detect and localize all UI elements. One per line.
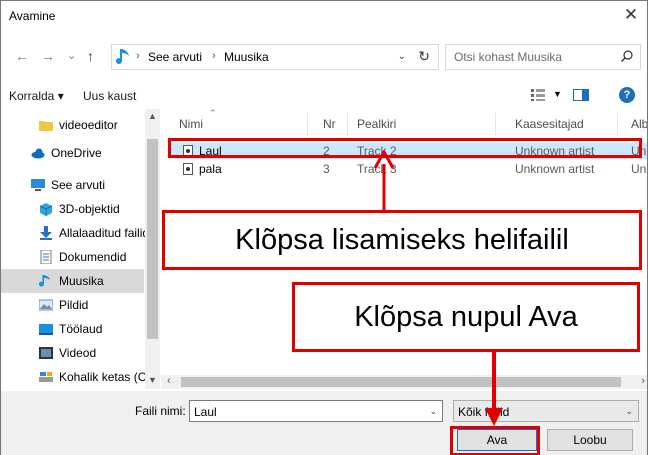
track-album: Unk (631, 162, 647, 176)
back-arrow-icon[interactable]: ← (15, 48, 29, 64)
nav-item-downloads[interactable]: Allalaaditud failid (1, 221, 149, 245)
forward-arrow-icon[interactable]: → (41, 48, 55, 64)
file-row-pala[interactable]: pala 3 Track 3 Unknown artist Unk (171, 161, 647, 177)
scroll-thumb[interactable] (147, 139, 158, 339)
close-icon[interactable]: ✕ (621, 5, 641, 25)
navigation-scrollbar[interactable]: ▲ ▼ (145, 109, 160, 389)
track-number: 3 (323, 162, 330, 176)
nav-item-this-pc[interactable]: See arvuti (1, 173, 144, 197)
cloud-icon (31, 148, 45, 159)
horizontal-scrollbar[interactable]: ‹ › (161, 375, 647, 389)
arrow-up-icon (373, 150, 395, 212)
refresh-icon[interactable]: ↻ (418, 48, 430, 65)
column-header-title[interactable]: Pealkiri (357, 117, 396, 131)
column-separator (307, 113, 308, 135)
computer-icon (31, 179, 45, 191)
cube-icon (39, 203, 53, 216)
track-artist: Unknown artist (515, 162, 595, 176)
music-icon (39, 275, 50, 287)
new-folder-button[interactable]: Uus kaust (83, 89, 136, 103)
music-note-icon (116, 49, 129, 65)
video-icon (39, 347, 53, 359)
audio-file-icon (183, 163, 193, 175)
column-header-name[interactable]: Nimi (179, 117, 203, 131)
nav-item-pictures[interactable]: Pildid (1, 293, 144, 317)
address-bar[interactable]: › See arvuti › Muusika ⌄ ↻ (111, 44, 439, 70)
column-header-number[interactable]: Nr (323, 117, 336, 131)
column-separator (347, 113, 348, 135)
nav-item-music[interactable]: Muusika (1, 269, 144, 293)
download-icon (40, 226, 52, 240)
callout-click-audio-file: Klõpsa lisamiseks helifailil (162, 210, 642, 270)
nav-item-3d-objects[interactable]: 3D-objektid (1, 197, 144, 221)
view-dropdown-icon[interactable]: ▼ (553, 89, 562, 99)
scroll-down-icon[interactable]: ▼ (148, 375, 157, 385)
breadcrumb-this-pc[interactable]: See arvuti (148, 50, 202, 64)
up-arrow-icon[interactable]: ↑ (87, 48, 94, 64)
scroll-thumb[interactable] (181, 377, 621, 387)
dialog-title: Avamine (9, 9, 56, 23)
view-options-icon[interactable] (531, 89, 545, 101)
breadcrumb-music[interactable]: Muusika (224, 50, 269, 64)
filename-input[interactable]: Laul ⌄ (189, 400, 443, 422)
pictures-icon (39, 299, 53, 311)
address-row: ← → ⌄ ↑ › See arvuti › Muusika ⌄ ↻ Otsi … (1, 41, 647, 71)
nav-item-documents[interactable]: Dokumendid (1, 245, 144, 269)
column-header-album[interactable]: Alb (631, 117, 647, 131)
search-placeholder: Otsi kohast Muusika (454, 50, 563, 64)
recent-locations-icon[interactable]: ⌄ (67, 48, 76, 64)
organize-button[interactable]: Korralda ▾ (9, 89, 64, 103)
title-bar: Avamine ✕ (1, 1, 647, 31)
document-icon (40, 250, 52, 264)
open-button-highlight-box (450, 426, 540, 455)
folder-icon (39, 121, 53, 131)
nav-item-videos[interactable]: Videod (1, 341, 144, 365)
chevron-down-icon[interactable]: ⌄ (625, 406, 633, 417)
scroll-right-icon[interactable]: › (641, 375, 645, 387)
search-box[interactable]: Otsi kohast Muusika (445, 44, 641, 70)
breadcrumb-separator: › (136, 50, 140, 62)
drive-icon (39, 372, 53, 382)
scroll-left-icon[interactable]: ‹ (167, 375, 171, 387)
filename-label: Faili nimi: (135, 404, 186, 418)
scroll-up-icon[interactable]: ▲ (148, 111, 157, 121)
preview-pane-icon[interactable] (573, 89, 589, 101)
help-icon[interactable]: ? (619, 87, 635, 103)
column-separator (495, 113, 496, 135)
filename-value: Laul (194, 405, 217, 419)
desktop-icon (39, 324, 53, 335)
file-name-area: Faili nimi: Laul ⌄ Kõik failid ⌄ Ava Loo… (1, 391, 647, 455)
chevron-down-icon[interactable]: ⌄ (429, 406, 437, 417)
search-icon (621, 50, 633, 62)
nav-item-videoeditor[interactable]: videoeditor (1, 113, 144, 137)
file-name: pala (199, 162, 222, 176)
command-bar: Korralda ▾ Uus kaust ▼ ? (1, 86, 647, 106)
nav-item-local-disk[interactable]: Kohalik ketas (C:) (1, 365, 154, 389)
file-type-filter[interactable]: Kõik failid ⌄ (453, 400, 639, 422)
file-highlight-box (168, 138, 642, 158)
nav-item-desktop[interactable]: Töölaud (1, 317, 144, 341)
breadcrumb-separator: › (212, 50, 216, 62)
navigation-pane: videoeditor OneDrive See arvuti 3D-objek… (1, 109, 161, 389)
cancel-button[interactable]: Loobu (547, 429, 633, 451)
sort-ascending-icon: ⌃ (209, 109, 217, 118)
chevron-down-icon[interactable]: ⌄ (398, 51, 406, 62)
nav-item-onedrive[interactable]: OneDrive (1, 141, 144, 165)
arrow-down-icon (485, 352, 503, 426)
callout-click-open-button: Klõpsa nupul Ava (292, 282, 640, 352)
column-header-artists[interactable]: Kaasesitajad (515, 117, 584, 131)
column-separator (617, 113, 618, 135)
